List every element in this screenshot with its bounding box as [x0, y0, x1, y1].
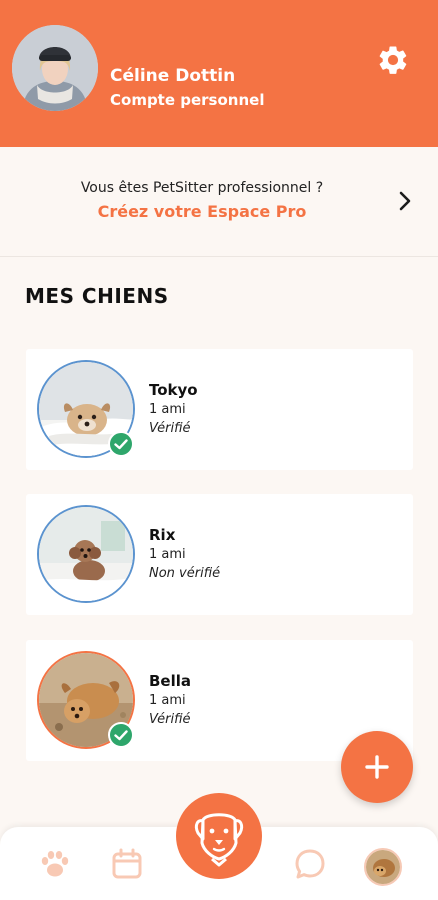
pro-space-banner[interactable]: Vous êtes PetSitter professionnel ? Crée…	[0, 147, 438, 257]
dog-name: Rix	[149, 526, 176, 544]
promo-question: Vous êtes PetSitter professionnel ?	[80, 180, 324, 196]
dog-avatar-icon[interactable]	[364, 848, 402, 886]
dog-friends-count: 1 ami	[149, 402, 186, 417]
paw-icon[interactable]	[38, 847, 72, 881]
add-dog-button[interactable]	[341, 731, 413, 803]
dog-photo	[37, 505, 135, 603]
check-circle-icon	[108, 431, 134, 457]
dog-card[interactable]: Rix 1 ami Non vérifié	[26, 494, 413, 615]
account-type: Compte personnel	[110, 91, 265, 109]
dog-name: Tokyo	[149, 381, 198, 399]
user-name: Céline Dottin	[110, 66, 236, 86]
dog-friends-count: 1 ami	[149, 547, 186, 562]
dog-name: Bella	[149, 672, 192, 690]
check-circle-icon	[108, 722, 134, 748]
plus-icon	[365, 755, 389, 779]
profile-header: Céline Dottin Compte personnel	[0, 0, 438, 147]
dog-face-icon	[194, 813, 244, 867]
calendar-icon[interactable]	[110, 847, 144, 881]
dog-verification-status: Non vérifié	[149, 566, 221, 581]
create-pro-space-link[interactable]: Créez votre Espace Pro	[0, 202, 404, 221]
dog-friends-count: 1 ami	[149, 693, 186, 708]
dog-card[interactable]: Tokyo 1 ami Vérifié	[26, 349, 413, 470]
gear-icon[interactable]	[376, 43, 410, 77]
home-button[interactable]	[176, 793, 262, 879]
chevron-right-icon[interactable]	[398, 190, 412, 212]
dog-verification-status: Vérifié	[149, 421, 191, 436]
chat-bubble-icon[interactable]	[293, 847, 327, 881]
user-avatar[interactable]	[12, 25, 98, 111]
dog-verification-status: Vérifié	[149, 712, 191, 727]
section-title: MES CHIENS	[25, 284, 169, 308]
